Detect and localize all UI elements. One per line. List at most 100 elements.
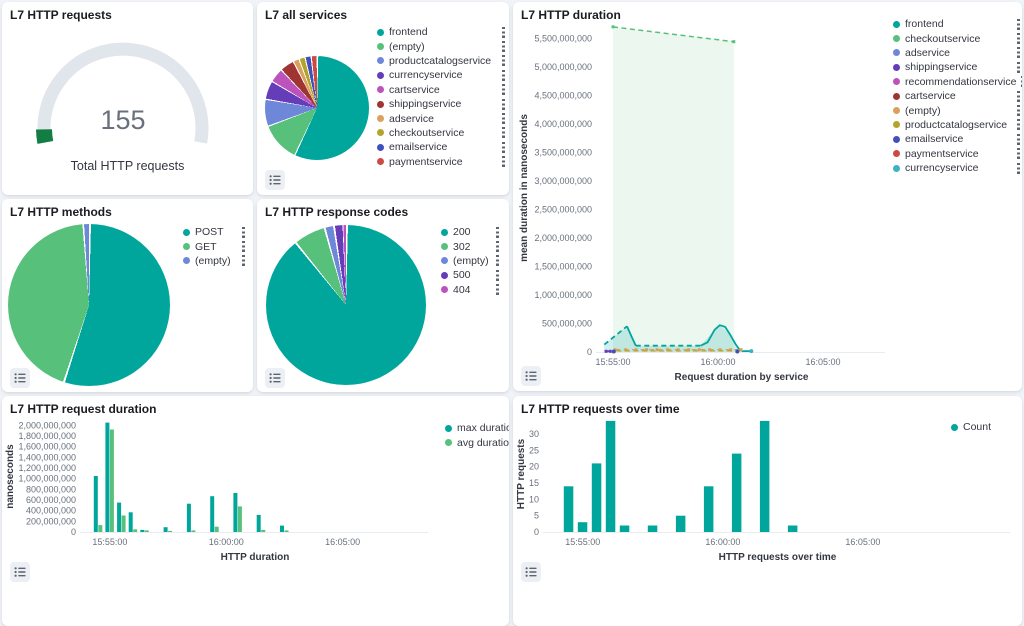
- svg-text:nanoseconds: nanoseconds: [5, 444, 16, 509]
- legend-actions-icon[interactable]: [502, 127, 505, 138]
- legend-actions-icon[interactable]: [502, 156, 505, 167]
- legend-item[interactable]: shippingservice: [893, 60, 1020, 74]
- requests-over-time-bar-chart[interactable]: 05101520253015:55:0016:00:0016:05:00HTTP…: [513, 396, 1022, 626]
- legend-item[interactable]: currencyservice: [893, 161, 1020, 175]
- legend-actions-icon[interactable]: [1017, 62, 1020, 73]
- legend: Count: [951, 420, 1007, 434]
- legend-actions-icon[interactable]: [1017, 47, 1020, 58]
- legend-item[interactable]: recommendationservice: [893, 75, 1020, 89]
- legend-color-dot: [441, 257, 448, 264]
- legend-toggle-button[interactable]: [265, 170, 285, 190]
- legend-toggle-button[interactable]: [521, 562, 541, 582]
- svg-text:1,500,000,000: 1,500,000,000: [534, 261, 592, 271]
- legend-label: 500: [453, 269, 471, 281]
- legend-label: paymentservice: [389, 156, 463, 168]
- legend-item[interactable]: 200: [441, 225, 499, 239]
- legend-actions-icon[interactable]: [502, 70, 505, 81]
- list-icon: [269, 174, 281, 186]
- legend-actions-icon[interactable]: [502, 142, 505, 153]
- legend-item[interactable]: productcatalogservice: [377, 54, 505, 68]
- svg-text:15:55:00: 15:55:00: [565, 537, 600, 547]
- legend-item[interactable]: cartservice: [893, 89, 1020, 103]
- legend-actions-icon[interactable]: [502, 84, 505, 95]
- legend-item[interactable]: avg duration: [445, 435, 509, 449]
- legend-actions-icon[interactable]: [242, 241, 245, 252]
- legend-actions-icon[interactable]: [1017, 105, 1020, 116]
- legend-item[interactable]: adservice: [377, 111, 505, 125]
- legend-label: GET: [195, 241, 217, 253]
- legend-item[interactable]: max duration: [445, 421, 509, 435]
- legend-item[interactable]: shippingservice: [377, 97, 505, 111]
- svg-text:600,000,000: 600,000,000: [26, 495, 76, 505]
- legend-actions-icon[interactable]: [1017, 134, 1020, 145]
- legend-item[interactable]: frontend: [893, 17, 1020, 31]
- legend-actions-icon[interactable]: [242, 255, 245, 266]
- legend-actions-icon[interactable]: [1017, 91, 1020, 102]
- legend-toggle-button[interactable]: [10, 368, 30, 388]
- panel-title: L7 HTTP methods: [10, 205, 112, 219]
- list-icon: [269, 372, 281, 384]
- legend-item[interactable]: Count: [951, 420, 1007, 434]
- legend-color-dot: [377, 57, 384, 64]
- legend-color-dot: [377, 29, 384, 36]
- services-pie-chart[interactable]: [265, 56, 369, 160]
- legend-actions-icon[interactable]: [502, 41, 505, 52]
- legend-item[interactable]: 302: [441, 239, 499, 253]
- legend-actions-icon[interactable]: [496, 255, 499, 266]
- legend-item[interactable]: cartservice: [377, 83, 505, 97]
- legend-actions-icon[interactable]: [1017, 33, 1020, 44]
- legend-toggle-button[interactable]: [10, 562, 30, 582]
- svg-text:HTTP requests: HTTP requests: [516, 438, 527, 509]
- legend-item[interactable]: frontend: [377, 25, 505, 39]
- legend-color-dot: [893, 93, 900, 100]
- legend-actions-icon[interactable]: [502, 55, 505, 66]
- svg-text:10: 10: [529, 494, 539, 504]
- legend-actions-icon[interactable]: [502, 27, 505, 38]
- legend-actions-icon[interactable]: [1021, 76, 1022, 87]
- legend-item[interactable]: paymentservice: [377, 155, 505, 169]
- legend-actions-icon[interactable]: [496, 241, 499, 252]
- legend-actions-icon[interactable]: [242, 227, 245, 238]
- list-icon: [14, 566, 26, 578]
- legend-actions-icon[interactable]: [496, 284, 499, 295]
- legend-item[interactable]: adservice: [893, 46, 1020, 60]
- legend-item[interactable]: checkoutservice: [377, 126, 505, 140]
- legend-item[interactable]: emailservice: [377, 140, 505, 154]
- legend-item[interactable]: productcatalogservice: [893, 118, 1020, 132]
- legend-item[interactable]: paymentservice: [893, 147, 1020, 161]
- legend-actions-icon[interactable]: [502, 113, 505, 124]
- legend-item[interactable]: GET: [183, 239, 245, 253]
- legend-toggle-button[interactable]: [521, 366, 541, 386]
- legend-actions-icon[interactable]: [1017, 148, 1020, 159]
- legend-item[interactable]: emailservice: [893, 132, 1020, 146]
- legend-label: POST: [195, 226, 224, 238]
- svg-text:3,000,000,000: 3,000,000,000: [534, 176, 592, 186]
- request-duration-bar-chart[interactable]: 0200,000,000400,000,000600,000,000800,00…: [2, 396, 509, 626]
- legend-actions-icon[interactable]: [1017, 119, 1020, 130]
- svg-text:16:00:00: 16:00:00: [209, 537, 244, 547]
- svg-text:2,000,000,000: 2,000,000,000: [18, 420, 76, 430]
- legend-item[interactable]: checkoutservice: [893, 31, 1020, 45]
- legend-item[interactable]: (empty): [183, 254, 245, 268]
- legend-label: frontend: [905, 18, 944, 30]
- legend-item[interactable]: 500: [441, 268, 499, 282]
- legend-color-dot: [893, 21, 900, 28]
- codes-pie-chart[interactable]: [266, 225, 426, 385]
- legend-actions-icon[interactable]: [502, 99, 505, 110]
- legend-item[interactable]: (empty): [441, 254, 499, 268]
- methods-pie-chart[interactable]: [8, 224, 170, 386]
- legend-item[interactable]: (empty): [893, 103, 1020, 117]
- legend-item[interactable]: (empty): [377, 39, 505, 53]
- legend-actions-icon[interactable]: [1017, 19, 1020, 30]
- legend-item[interactable]: currencyservice: [377, 68, 505, 82]
- legend-label: productcatalogservice: [389, 55, 491, 67]
- legend-label: currencyservice: [905, 162, 979, 174]
- legend-actions-icon[interactable]: [496, 227, 499, 238]
- legend-item[interactable]: POST: [183, 225, 245, 239]
- list-icon: [525, 566, 537, 578]
- legend-toggle-button[interactable]: [265, 368, 285, 388]
- legend-item[interactable]: 404: [441, 283, 499, 297]
- legend-actions-icon[interactable]: [496, 270, 499, 281]
- panel-l7-http-methods: L7 HTTP methods POST GET(empty): [2, 199, 253, 392]
- legend-actions-icon[interactable]: [1017, 163, 1020, 174]
